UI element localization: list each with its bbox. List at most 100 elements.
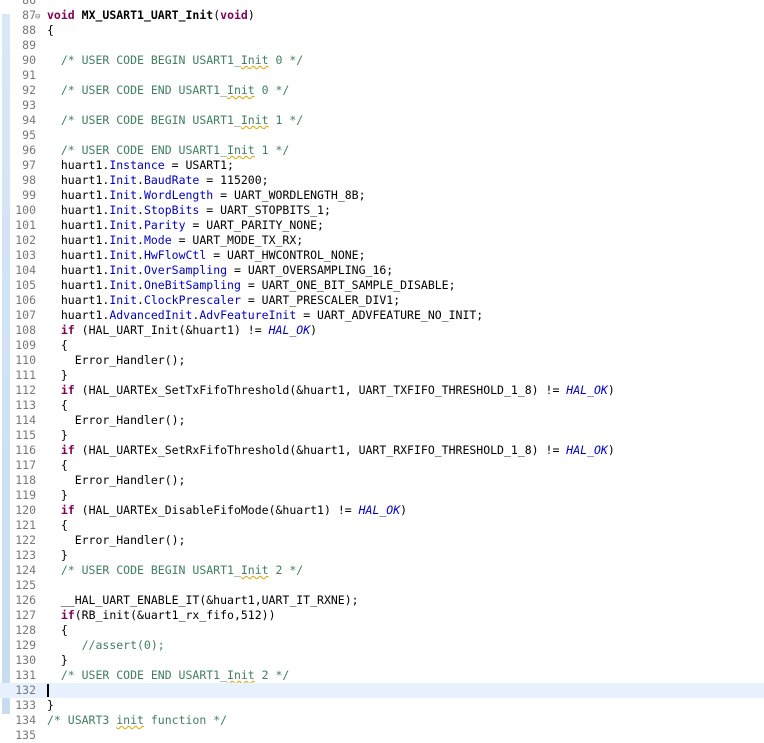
- code-editor[interactable]: 86 87 ⊖ void MX_USART1_UART_Init(void) 88 {89…: [0, 0, 764, 743]
- code-text: Error_Handler();: [47, 533, 186, 547]
- code-text: huart1.Init.ClockPrescaler = UART_PRESCA…: [47, 293, 401, 307]
- line-number: 119: [15, 488, 36, 502]
- code-line[interactable]: 107 huart1.AdvancedInit.AdvFeatureInit =…: [0, 308, 764, 323]
- line-number: 87: [22, 8, 36, 22]
- code-line[interactable]: 134 /* USART3 init function */: [0, 713, 764, 728]
- code-line[interactable]: 89: [0, 38, 764, 53]
- code-line[interactable]: 132: [0, 683, 764, 698]
- code-line[interactable]: 119 }: [0, 488, 764, 503]
- code-line[interactable]: 128 {: [0, 623, 764, 638]
- line-number: 123: [15, 548, 36, 562]
- code-line[interactable]: 104 huart1.Init.OverSampling = UART_OVER…: [0, 263, 764, 278]
- code-text: {: [47, 518, 68, 532]
- code-text: {: [47, 23, 54, 37]
- code-line[interactable]: 109 {: [0, 338, 764, 353]
- code-line[interactable]: 120 if (HAL_UARTEx_DisableFifoMode(&huar…: [0, 503, 764, 518]
- line-number: 106: [15, 293, 36, 307]
- code-text: }: [47, 698, 54, 712]
- code-line[interactable]: 135: [0, 728, 764, 743]
- code-line[interactable]: 112 if (HAL_UARTEx_SetTxFifoThreshold(&h…: [0, 383, 764, 398]
- code-line[interactable]: 95: [0, 128, 764, 143]
- line-number: 97: [22, 158, 36, 172]
- code-text: huart1.AdvancedInit.AdvFeatureInit = UAR…: [47, 308, 484, 322]
- line-number: 105: [15, 278, 36, 292]
- code-line[interactable]: 129 //assert(0);: [0, 638, 764, 653]
- line-number: 86: [22, 0, 36, 7]
- line-number: 103: [15, 248, 36, 262]
- line-number: 89: [22, 38, 36, 52]
- line-number: 107: [15, 308, 36, 322]
- code-line[interactable]: 96 /* USER CODE END USART1_Init 1 */: [0, 143, 764, 158]
- line-number: 109: [15, 338, 36, 352]
- code-line[interactable]: 116 if (HAL_UARTEx_SetRxFifoThreshold(&h…: [0, 443, 764, 458]
- code-text: if (HAL_UARTEx_SetRxFifoThreshold(&huart…: [60, 443, 615, 457]
- code-line[interactable]: 99 huart1.Init.WordLength = UART_WORDLEN…: [0, 188, 764, 203]
- code-text: huart1.Init.OverSampling = UART_OVERSAMP…: [47, 263, 394, 277]
- code-line[interactable]: 114 Error_Handler();: [0, 413, 764, 428]
- line-number: 127: [15, 608, 36, 622]
- code-line[interactable]: 126 __HAL_UART_ENABLE_IT(&huart1,UART_IT…: [0, 593, 764, 608]
- code-line[interactable]: 102 huart1.Init.Mode = UART_MODE_TX_RX;: [0, 233, 764, 248]
- code-line[interactable]: 115 }: [0, 428, 764, 443]
- code-text: }: [47, 428, 68, 442]
- code-text: huart1.Init.Mode = UART_MODE_TX_RX;: [47, 233, 304, 247]
- code-line[interactable]: 100 huart1.Init.StopBits = UART_STOPBITS…: [0, 203, 764, 218]
- code-line[interactable]: 103 huart1.Init.HwFlowCtl = UART_HWCONTR…: [0, 248, 764, 263]
- code-line[interactable]: 122 Error_Handler();: [0, 533, 764, 548]
- line-number: 95: [22, 128, 36, 142]
- line-number: 129: [15, 638, 36, 652]
- code-line[interactable]: 88 {: [0, 23, 764, 38]
- code-line[interactable]: 125: [0, 578, 764, 593]
- code-line[interactable]: 117 {: [0, 458, 764, 473]
- code-line[interactable]: 91: [0, 68, 764, 83]
- code-text: {: [47, 338, 68, 352]
- code-text: /* USER CODE END USART1_Init 0 */: [60, 83, 290, 97]
- code-line[interactable]: 98 huart1.Init.BaudRate = 115200;: [0, 173, 764, 188]
- code-line[interactable]: 131 /* USER CODE END USART1_Init 2 */: [0, 668, 764, 683]
- code-text: huart1.Init.Parity = UART_PARITY_NONE;: [47, 218, 324, 232]
- code-line[interactable]: 110 Error_Handler();: [0, 353, 764, 368]
- line-number: 102: [15, 233, 36, 247]
- code-text: Error_Handler();: [47, 473, 186, 487]
- code-line[interactable]: 130 }: [0, 653, 764, 668]
- line-number: 112: [15, 383, 36, 397]
- code-line[interactable]: 97 huart1.Instance = USART1;: [0, 158, 764, 173]
- code-line[interactable]: 93: [0, 98, 764, 113]
- code-line[interactable]: 101 huart1.Init.Parity = UART_PARITY_NON…: [0, 218, 764, 233]
- code-line[interactable]: 105 huart1.Init.OneBitSampling = UART_ON…: [0, 278, 764, 293]
- line-number: 101: [15, 218, 36, 232]
- line-number: 100: [15, 203, 36, 217]
- line-number: 115: [15, 428, 36, 442]
- line-number: 92: [22, 83, 36, 97]
- code-line[interactable]: 86: [0, 0, 764, 8]
- line-number: 88: [22, 23, 36, 37]
- code-line[interactable]: 133}: [0, 698, 764, 713]
- code-line[interactable]: 118 Error_Handler();: [0, 473, 764, 488]
- code-line[interactable]: 123 }: [0, 548, 764, 563]
- line-number: 108: [15, 323, 36, 337]
- code-line[interactable]: 111 }: [0, 368, 764, 383]
- code-text: void MX_USART1_UART_Init(void): [47, 8, 255, 22]
- code-text: }: [47, 488, 68, 502]
- line-number: 96: [22, 143, 36, 157]
- code-line[interactable]: 124 /* USER CODE BEGIN USART1_Init 2 */: [0, 563, 764, 578]
- code-line[interactable]: 94 /* USER CODE BEGIN USART1_Init 1 */: [0, 113, 764, 128]
- line-number: 128: [15, 623, 36, 637]
- code-text: Error_Handler();: [47, 353, 186, 367]
- code-line[interactable]: 90 /* USER CODE BEGIN USART1_Init 0 */: [0, 53, 764, 68]
- line-number: 124: [15, 563, 36, 577]
- code-line[interactable]: 127 if(RB_init(&uart1_rx_fifo,512)): [0, 608, 764, 623]
- code-line[interactable]: 108 if (HAL_UART_Init(&huart1) != HAL_OK…: [0, 323, 764, 338]
- line-number: 122: [15, 533, 36, 547]
- code-text: if (HAL_UARTEx_SetTxFifoThreshold(&huart…: [60, 383, 615, 397]
- line-number: 116: [15, 443, 36, 457]
- code-text: /* USER CODE BEGIN USART1_Init 0 */: [60, 53, 304, 67]
- code-line[interactable]: 87 ⊖ void MX_USART1_UART_Init(void): [0, 8, 764, 23]
- line-number: 114: [15, 413, 36, 427]
- code-line[interactable]: 92 /* USER CODE END USART1_Init 0 */: [0, 83, 764, 98]
- code-text: }: [47, 548, 68, 562]
- code-line[interactable]: 121 {: [0, 518, 764, 533]
- code-line[interactable]: 113 {: [0, 398, 764, 413]
- line-number: 91: [22, 68, 36, 82]
- code-line[interactable]: 106 huart1.Init.ClockPrescaler = UART_PR…: [0, 293, 764, 308]
